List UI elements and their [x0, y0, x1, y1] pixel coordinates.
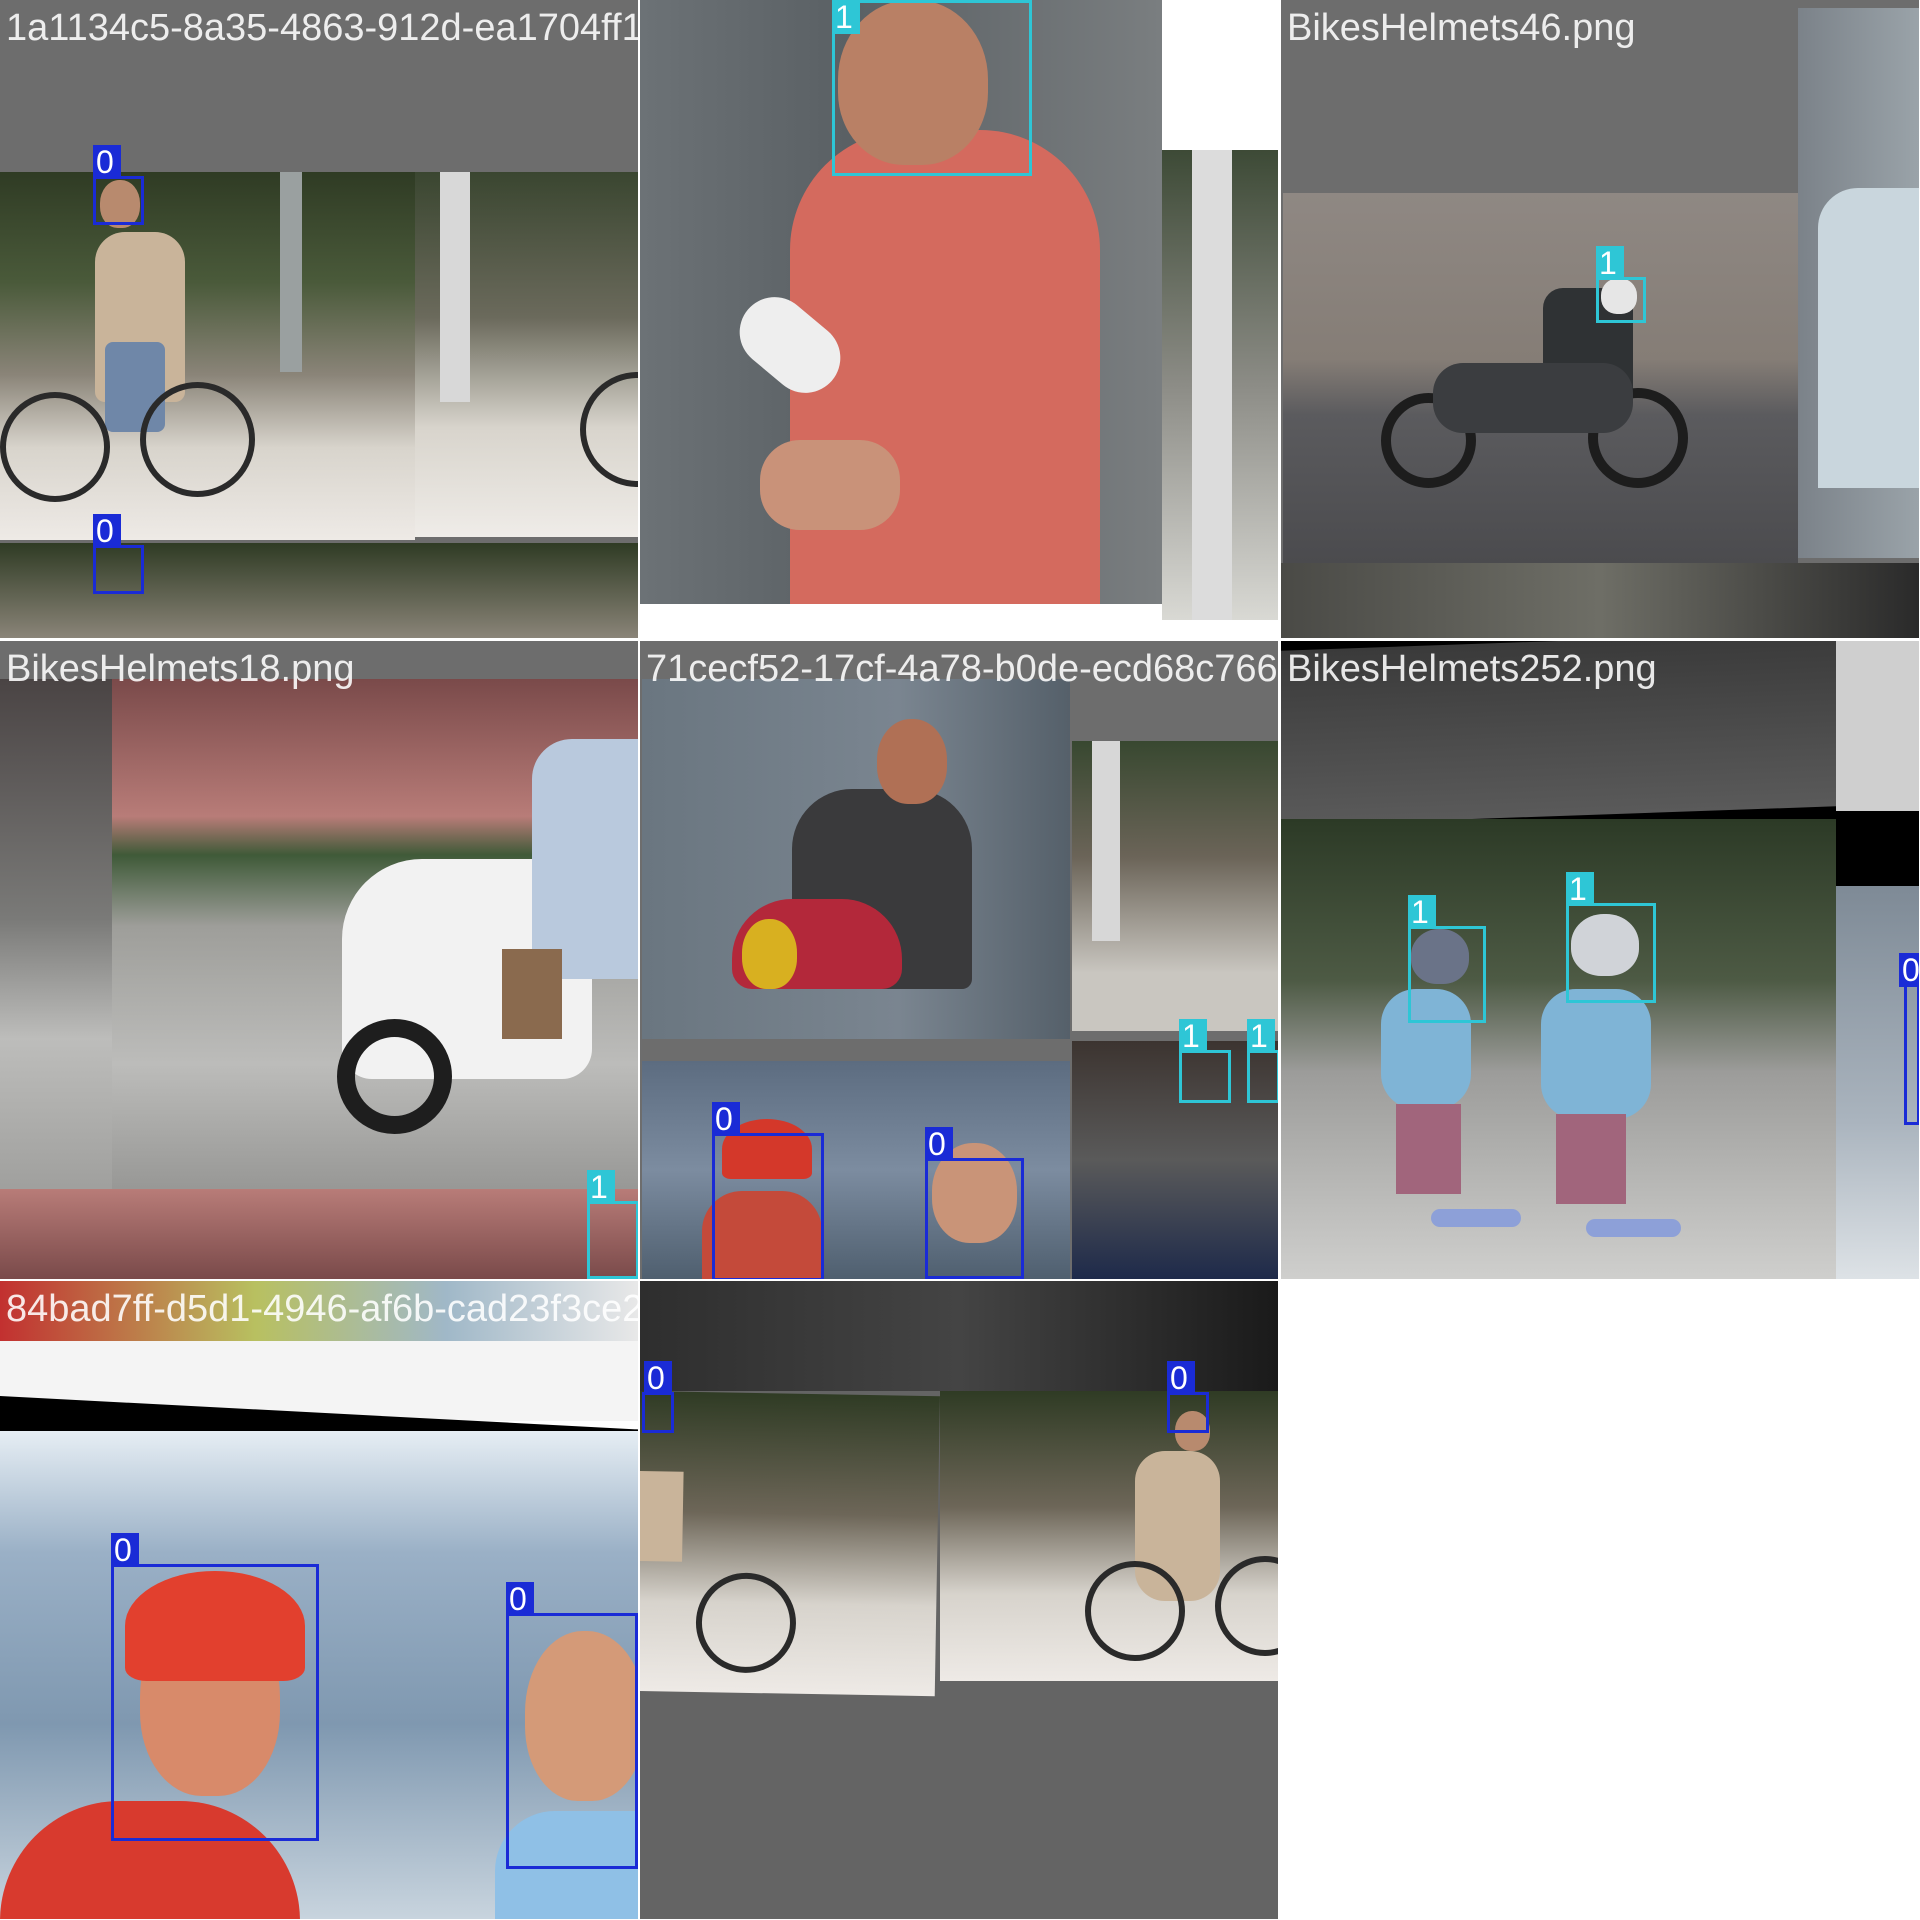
class-label: 0 [93, 514, 121, 548]
tile-title: 84bad7ff-d5d1-4946-af6b-cad23f3ce2d34e7e… [6, 1288, 638, 1330]
detection-box-class-1: 1 [832, 0, 1032, 176]
scooter-photo [112, 679, 638, 1229]
detection-box-class-0: 0 [1167, 1361, 1209, 1433]
cyclist-photo [0, 172, 415, 540]
bike-wheel-rear [1085, 1561, 1185, 1661]
yellow-headlight [742, 919, 797, 989]
empty-mosaic-cell [1281, 1281, 1919, 1919]
street-cyclist-strip [1072, 741, 1278, 1031]
class-label: 1 [1566, 872, 1594, 906]
cyclist-photo-copy [415, 172, 638, 537]
detection-box-class-0: 0 [712, 1102, 824, 1279]
class-label: 0 [712, 1102, 740, 1136]
detection-box-class-0: 0 [506, 1582, 638, 1869]
kid-left-pants [1396, 1104, 1461, 1194]
detection-box-class-1: 1 [1566, 872, 1656, 1003]
right-top-strip [1836, 641, 1919, 811]
class-label: 0 [925, 1127, 953, 1161]
detection-box-class-1: 1 [1247, 1019, 1278, 1103]
background-pillar [440, 172, 470, 402]
detection-box-class-1: 1 [1408, 895, 1486, 1023]
mosaic-tile-7: 84bad7ff-d5d1-4946-af6b-cad23f3ce2d34e7e… [0, 1281, 638, 1919]
kid-right-jacket [1541, 989, 1651, 1119]
class-label: 0 [644, 1361, 672, 1395]
background-pillars [280, 172, 302, 372]
class-label: 1 [1596, 246, 1624, 280]
mosaic-tile-2: 1 [640, 0, 1278, 638]
tile-title: BikesHelmets252.png [1287, 648, 1657, 690]
street-strip [1162, 150, 1278, 620]
detection-box-class-0: 0 [642, 1361, 674, 1433]
class-label: 0 [93, 145, 121, 179]
motorcycle-body [1433, 363, 1633, 433]
red-motorbike-photo [642, 679, 1070, 1039]
tile-title: 1a1134c5-8a35-4863-912d-ea1704ff1e8453g0… [6, 7, 638, 49]
man-in-shirt [1798, 8, 1919, 558]
scooter-front-wheel [337, 1019, 452, 1134]
cyclist-photo-left [640, 1391, 940, 1697]
motorcycle-photo [1283, 193, 1798, 563]
mosaic-tile-1: 1a1134c5-8a35-4863-912d-ea1704ff1e8453g0… [0, 0, 638, 638]
detection-box-class-0: 0 [93, 514, 144, 594]
mosaic-tile-3: BikesHelmets46.png 1 [1281, 0, 1919, 638]
detection-box-class-1: 1 [1179, 1019, 1231, 1103]
scooter-deck-left [1431, 1209, 1521, 1227]
bike-wheel-front [1215, 1556, 1278, 1656]
class-label: 1 [1408, 895, 1436, 929]
class-label: 1 [587, 1170, 615, 1204]
detection-box-class-0: 0 [1899, 953, 1919, 1125]
class-label: 1 [832, 0, 860, 34]
scooter-deck-right [1586, 1219, 1681, 1237]
kid-right-pants [1556, 1114, 1626, 1204]
scooter-photo-bottom [0, 1189, 638, 1279]
bike-wheel-partial [580, 372, 638, 487]
bottom-strip [1281, 563, 1919, 638]
bike-wheel-rear [0, 392, 110, 502]
mosaic-tile-8: 0 0 [640, 1281, 1278, 1919]
detection-box-class-0: 0 [93, 145, 144, 225]
detection-box-class-1: 1 [587, 1170, 638, 1279]
mosaic-tile-6: BikesHelmets252.png 1 1 0 [1281, 641, 1919, 1279]
bearded-man-head [877, 719, 947, 804]
bike-wheel [695, 1572, 797, 1674]
class-label: 0 [1167, 1361, 1195, 1395]
bike-wheel-front [140, 382, 255, 497]
white-pillar [1092, 741, 1120, 941]
cyclist-shirt [640, 1470, 684, 1562]
tile-title: BikesHelmets18.png [6, 648, 355, 690]
scooter-rider [532, 739, 638, 979]
class-label: 0 [1899, 953, 1919, 987]
kids-photo [1281, 819, 1836, 1279]
detection-box-class-0: 0 [925, 1127, 1024, 1279]
shopping-bag [502, 949, 562, 1039]
cyclist-photo-right [940, 1391, 1278, 1681]
tile-title: 71cecf52-17cf-4a78-b0de-ecd68c766b0.jpg [646, 648, 1278, 690]
mosaic-tile-5: 71cecf52-17cf-4a78-b0de-ecd68c766b0.jpg … [640, 641, 1278, 1279]
handshake-hands [760, 440, 900, 530]
class-label: 0 [111, 1533, 139, 1567]
class-label: 1 [1247, 1019, 1275, 1053]
detection-box-class-1: 1 [1596, 246, 1646, 323]
shirt [1818, 188, 1919, 488]
detection-box-class-0: 0 [111, 1533, 319, 1841]
white-pillar [1192, 150, 1232, 620]
mosaic-tile-4: BikesHelmets18.png 1 1 [0, 641, 638, 1279]
tile-title: BikesHelmets46.png [1287, 7, 1636, 49]
class-label: 0 [506, 1582, 534, 1616]
class-label: 1 [1179, 1019, 1207, 1053]
